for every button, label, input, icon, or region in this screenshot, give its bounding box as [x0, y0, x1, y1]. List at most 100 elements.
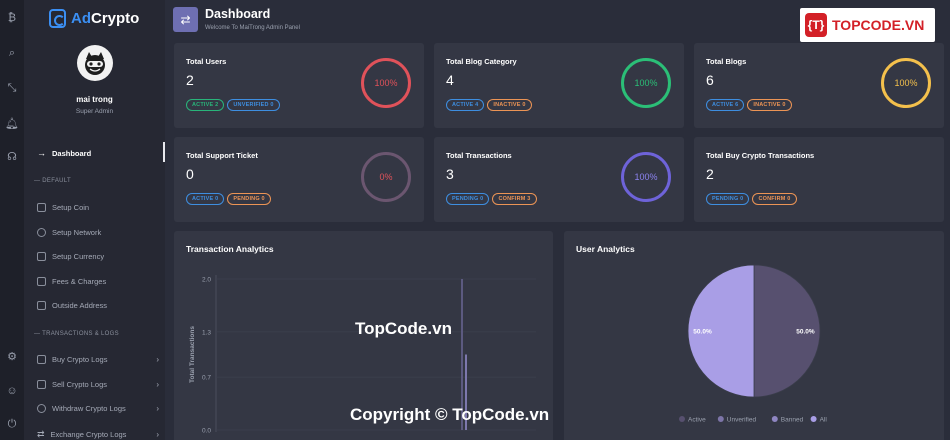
legend-marker	[771, 416, 778, 422]
address-icon	[37, 301, 46, 310]
status-badge: PENDING 0	[227, 193, 271, 205]
sidebar-item-dashboard[interactable]: → Dashboard	[37, 148, 159, 158]
card-value: 2	[706, 166, 714, 182]
status-badge: ACTIVE 0	[186, 193, 225, 205]
user-analytics-panel: User Analytics 50.0% 50.0% Active Unverifie…	[564, 231, 944, 440]
legend-label[interactable]: Banned	[781, 417, 804, 424]
slice-label: 50.0%	[693, 329, 712, 336]
card-value: 2	[186, 72, 194, 88]
sidebar-item-sell-crypto-logs[interactable]: Sell Crypto Logs ›	[37, 380, 159, 389]
sidebar-item-label: Setup Currency	[52, 252, 105, 261]
legend-marker	[679, 416, 685, 422]
brand-prefix: Ad	[71, 10, 91, 27]
icon-rail: ₿ ⌕ ⤡ 🔔︎ ☊ ⚙ ☺ ⏻	[0, 0, 24, 440]
sidebar-item-setup-coin[interactable]: Setup Coin	[37, 203, 159, 212]
legend-marker	[717, 416, 724, 422]
sidebar-item-exchange-crypto-logs[interactable]: ⇄ Exchange Crypto Logs ›	[37, 429, 159, 440]
stat-card-support-ticket: Total Support Ticket 0 ACTIVE 0 PENDING …	[174, 137, 424, 222]
progress-ring: 100%	[881, 58, 931, 108]
logo-mark-icon	[49, 9, 66, 28]
chevron-right-icon: ›	[156, 355, 159, 364]
crypto-icon[interactable]: ₿	[4, 10, 20, 26]
section-transactions: — TRANSACTIONS & LOGS	[34, 331, 119, 337]
watermark-badge: {T}	[805, 13, 827, 37]
slice-label: 50.0%	[796, 329, 815, 336]
user-chart: 50.0% 50.0% Active Unverified Banned All	[679, 264, 828, 424]
stat-card-blog-category: Total Blog Category 4 ACTIVE 4 INACTIVE …	[434, 43, 684, 128]
progress-ring: 0%	[361, 152, 411, 202]
card-value: 4	[446, 72, 454, 88]
sidebar-item-label: Withdraw Crypto Logs	[52, 404, 126, 413]
sidebar-item-label: Buy Crypto Logs	[52, 355, 108, 364]
section-default: — DEFAULT	[34, 178, 71, 184]
status-badge: PENDING 0	[446, 193, 490, 205]
brand-logo[interactable]: AdCrypto	[49, 9, 139, 28]
sidebar-item-withdraw-crypto-logs[interactable]: Withdraw Crypto Logs ›	[37, 404, 159, 413]
bell-icon[interactable]: 🔔︎	[4, 115, 20, 131]
card-value: 6	[706, 72, 714, 88]
status-badge: ACTIVE 6	[706, 99, 745, 111]
y-tick-label: 0.0	[202, 428, 211, 435]
sidebar-item-outside-address[interactable]: Outside Address	[37, 301, 159, 310]
sidebar-item-label: Setup Network	[52, 228, 102, 237]
sidebar-item-setup-network[interactable]: Setup Network	[37, 228, 159, 237]
y-tick-label: 0.7	[202, 375, 211, 382]
status-badge: CONFIRM 3	[492, 193, 537, 205]
watermark-text: TOPCODE.VN	[832, 17, 925, 33]
menu-toggle-icon[interactable]: ⇄	[173, 7, 198, 32]
watermark-logo: {T} TOPCODE.VN	[800, 8, 935, 42]
y-axis-label: Total Transactions	[189, 326, 196, 383]
sidebar-item-label: Outside Address	[52, 301, 108, 310]
progress-ring: 100%	[361, 58, 411, 108]
sidebar-item-setup-currency[interactable]: Setup Currency	[37, 252, 159, 261]
sidebar-item-label: Fees & Charges	[52, 277, 107, 286]
sidebar-item-buy-crypto-logs[interactable]: Buy Crypto Logs ›	[37, 355, 159, 364]
status-badge: CONFIRM 0	[752, 193, 797, 205]
exchange-icon: ⇄	[37, 429, 45, 439]
buy-icon	[37, 355, 46, 364]
avatar[interactable]	[77, 45, 113, 81]
settings-icon[interactable]: ⚙	[4, 348, 20, 364]
sidebar-item-label: Dashboard	[52, 148, 92, 158]
user-icon[interactable]: ☺	[4, 383, 20, 399]
y-tick-label: 1.3	[202, 329, 211, 336]
status-badge: UNVERIFIED 0	[227, 99, 280, 111]
sidebar-item-label: Setup Coin	[52, 203, 90, 212]
sidebar-item-fees-charges[interactable]: Fees & Charges	[37, 277, 159, 286]
search-icon[interactable]: ⌕	[4, 45, 20, 61]
status-badge: INACTIVE 0	[747, 99, 792, 111]
status-badge: ACTIVE 4	[446, 99, 485, 111]
compress-icon[interactable]: ⤡	[4, 80, 20, 96]
card-title: Total Users	[186, 57, 227, 66]
card-title: Total Blog Category	[446, 57, 517, 66]
card-title: Total Support Ticket	[186, 151, 258, 160]
legend-marker	[810, 416, 817, 422]
fees-icon	[37, 277, 46, 286]
legend-label[interactable]: Active	[688, 417, 706, 424]
stat-card-buy-crypto: Total Buy Crypto Transactions 2 PENDING …	[694, 137, 944, 222]
ring-label: 100%	[374, 78, 398, 88]
chevron-right-icon: ›	[156, 430, 159, 439]
watermark-bottom: Copyright © TopCode.vn	[350, 405, 550, 424]
card-value: 3	[446, 166, 454, 182]
sidebar-item-label: Sell Crypto Logs	[52, 380, 108, 389]
ring-label: 100%	[634, 78, 658, 88]
headset-icon[interactable]: ☊	[4, 148, 20, 164]
status-badge: PENDING 0	[706, 193, 750, 205]
ring-label: 100%	[634, 172, 658, 182]
stat-card-total-transactions: Total Transactions 3 PENDING 0 CONFIRM 3…	[434, 137, 684, 222]
sell-icon	[37, 380, 46, 389]
watermark-center: TopCode.vn	[355, 319, 452, 338]
legend-label[interactable]: All	[820, 417, 828, 424]
card-title: Total Blogs	[706, 57, 747, 66]
chevron-right-icon: ›	[156, 380, 159, 389]
card-title: Total Transactions	[446, 151, 512, 160]
card-value: 0	[186, 166, 194, 182]
y-tick-label: 2.0	[202, 277, 211, 284]
chevron-right-icon: ›	[156, 404, 159, 413]
legend-label[interactable]: Unverified	[727, 417, 757, 424]
power-icon[interactable]: ⏻	[4, 416, 20, 432]
stat-card-total-users: Total Users 2 ACTIVE 2 UNVERIFIED 0 100%	[174, 43, 424, 128]
user-role: Super Admin	[75, 108, 114, 115]
currency-icon	[37, 252, 46, 261]
